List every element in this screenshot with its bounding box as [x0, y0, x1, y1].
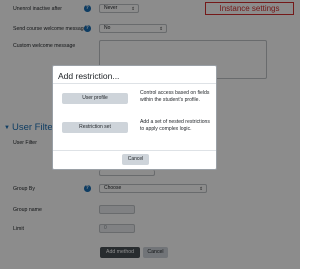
user-profile-button[interactable]: User profile: [62, 93, 128, 104]
user-profile-description: Control access based on fields within th…: [140, 90, 210, 103]
modal-title: Add restriction...: [58, 71, 120, 81]
modal-cancel-button[interactable]: Cancel: [122, 154, 149, 165]
modal-footer: [53, 150, 216, 151]
restriction-set-description: Add a set of nested restrictions to appl…: [140, 119, 210, 132]
add-restriction-dialog: Add restriction... User profile Control …: [52, 65, 217, 170]
restriction-set-button[interactable]: Restriction set: [62, 122, 128, 133]
modal-header: Add restriction...: [53, 66, 216, 84]
